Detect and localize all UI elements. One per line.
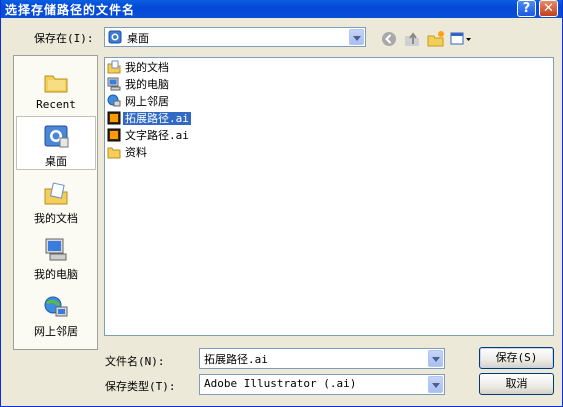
network-places-icon (107, 94, 121, 108)
chevron-down-icon[interactable] (428, 376, 443, 393)
place-network[interactable]: 网上邻居 (16, 287, 96, 341)
my-documents-icon (107, 60, 121, 74)
list-item[interactable]: 拓展路径.ai (107, 110, 191, 126)
place-label: 桌面 (45, 155, 67, 168)
ai-file-icon (107, 128, 121, 142)
chevron-down-icon[interactable] (349, 29, 364, 45)
list-item[interactable]: 文字路径.ai (107, 127, 191, 143)
filetype-value: Adobe Illustrator (.ai) (204, 377, 357, 390)
my-documents-icon (42, 180, 70, 208)
filename-value: 拓展路径.ai (204, 353, 268, 366)
dialog-title: 选择存储路径的文件名 (5, 3, 136, 17)
list-item[interactable]: 资料 (107, 144, 149, 160)
my-computer-icon (42, 236, 70, 264)
place-desktop[interactable]: 桌面 (16, 116, 96, 170)
chevron-down-icon[interactable] (428, 350, 443, 367)
save-button[interactable]: 保存(S) (479, 347, 554, 369)
view-menu-icon[interactable] (450, 31, 472, 47)
my-computer-icon (107, 77, 121, 91)
filetype-label: 保存类型(T): (105, 380, 176, 393)
network-places-icon (42, 293, 70, 321)
place-my-computer[interactable]: 我的电脑 (16, 230, 96, 284)
list-item[interactable]: 我的电脑 (107, 76, 171, 92)
place-label: 我的文档 (34, 212, 78, 225)
place-label: 我的电脑 (34, 268, 78, 281)
save-dialog: 选择存储路径的文件名 ? ✕ 保存在(I): 桌面 Recent 桌面 我的文档… (0, 0, 563, 407)
file-list[interactable]: 我的文档 我的电脑 网上邻居 拓展路径.ai 文字路径.ai 资料 (104, 57, 554, 336)
save-in-value: 桌面 (127, 32, 149, 45)
recent-folder-icon (42, 68, 70, 96)
title-bar[interactable]: 选择存储路径的文件名 ? ✕ (1, 0, 562, 18)
list-item[interactable]: 网上邻居 (107, 93, 171, 109)
file-name: 文字路径.ai (125, 129, 189, 142)
ai-file-icon (107, 111, 121, 125)
folder-icon (107, 145, 121, 159)
place-my-documents[interactable]: 我的文档 (16, 174, 96, 228)
new-folder-icon[interactable] (427, 30, 445, 48)
help-button[interactable]: ? (517, 0, 536, 17)
save-in-label: 保存在(I): (34, 32, 94, 45)
filename-label: 文件名(N): (105, 355, 165, 368)
file-name: 网上邻居 (125, 95, 169, 108)
place-label: Recent (36, 98, 76, 111)
back-icon[interactable] (381, 31, 397, 47)
place-label: 网上邻居 (34, 325, 78, 338)
cancel-button[interactable]: 取消 (479, 373, 554, 395)
filetype-dropdown[interactable]: Adobe Illustrator (.ai) (199, 374, 445, 395)
places-bar: Recent 桌面 我的文档 我的电脑 网上邻居 (13, 55, 98, 350)
close-button[interactable]: ✕ (539, 0, 558, 17)
desktop-icon (42, 123, 70, 151)
place-recent[interactable]: Recent (16, 62, 96, 116)
filename-input[interactable]: 拓展路径.ai (199, 348, 445, 369)
list-item[interactable]: 我的文档 (107, 59, 171, 75)
file-name: 资料 (125, 146, 147, 159)
file-name: 我的文档 (125, 61, 169, 74)
file-name: 我的电脑 (125, 78, 169, 91)
save-in-dropdown[interactable]: 桌面 (104, 27, 366, 47)
file-name: 拓展路径.ai (123, 112, 191, 125)
desktop-icon (108, 30, 122, 44)
up-folder-icon[interactable] (403, 30, 421, 48)
